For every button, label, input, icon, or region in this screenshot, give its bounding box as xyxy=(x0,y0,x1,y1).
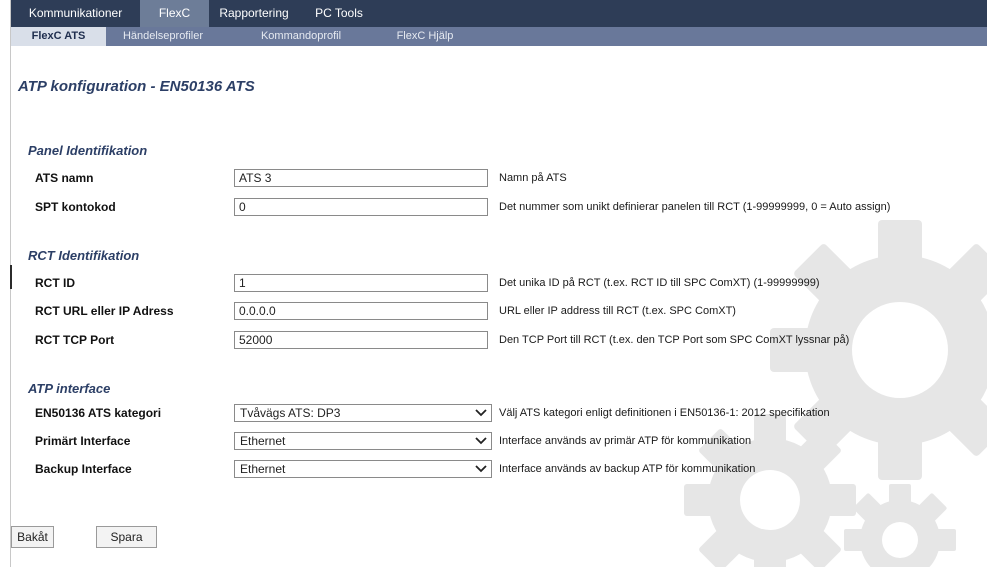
chevron-down-icon xyxy=(475,437,487,445)
chevron-down-icon xyxy=(475,465,487,473)
section-panel-identifikation: Panel Identifikation xyxy=(28,143,148,158)
desc-primart-interface: Interface används av primär ATP för komm… xyxy=(499,435,752,447)
subtab-kommandoprofil[interactable]: Kommandoprofil xyxy=(241,27,361,46)
desc-backup-interface: Interface används av backup ATP för komm… xyxy=(499,463,756,475)
label-primart-interface: Primärt Interface xyxy=(35,434,131,448)
main-nav-bar: Kommunikationer FlexC Rapportering PC To… xyxy=(11,0,987,27)
tab-pc-tools[interactable]: PC Tools xyxy=(299,0,379,27)
ats-kategori-select[interactable]: Tvåvägs ATS: DP3 xyxy=(234,404,492,422)
save-button[interactable]: Spara xyxy=(96,526,157,548)
label-backup-interface: Backup Interface xyxy=(35,462,132,476)
label-rct-tcp-port: RCT TCP Port xyxy=(35,333,115,347)
desc-ats-kategori: Välj ATS kategori enligt definitionen i … xyxy=(499,407,830,419)
subtab-flexc-hjalp[interactable]: FlexC Hjälp xyxy=(381,27,469,46)
backup-interface-value: Ethernet xyxy=(240,462,286,476)
ats-kategori-value: Tvåvägs ATS: DP3 xyxy=(240,406,341,420)
rct-url-field[interactable] xyxy=(234,302,488,320)
label-rct-id: RCT ID xyxy=(35,276,75,290)
desc-rct-url: URL eller IP address till RCT (t.ex. SPC… xyxy=(499,305,736,317)
subtab-flexc-ats[interactable]: FlexC ATS xyxy=(11,27,106,46)
left-border-marker xyxy=(10,265,12,289)
rct-id-field[interactable] xyxy=(234,274,488,292)
primart-interface-select[interactable]: Ethernet xyxy=(234,432,492,450)
desc-ats-namn: Namn på ATS xyxy=(499,172,567,184)
section-atp-interface: ATP interface xyxy=(28,381,111,396)
sub-nav-bar: FlexC ATS Händelseprofiler Kommandoprofi… xyxy=(11,27,987,46)
primart-interface-value: Ethernet xyxy=(240,434,286,448)
tab-flexc[interactable]: FlexC xyxy=(140,0,209,27)
section-rct-identifikation: RCT Identifikation xyxy=(28,248,140,263)
label-ats-namn: ATS namn xyxy=(35,171,94,185)
chevron-down-icon xyxy=(475,409,487,417)
backup-interface-select[interactable]: Ethernet xyxy=(234,460,492,478)
spt-kontokod-field[interactable] xyxy=(234,198,488,216)
desc-spt-kontokod: Det nummer som unikt definierar panelen … xyxy=(499,201,891,213)
tab-kommunikationer[interactable]: Kommunikationer xyxy=(11,0,140,27)
label-ats-kategori: EN50136 ATS kategori xyxy=(35,406,162,420)
label-rct-url: RCT URL eller IP Adress xyxy=(35,304,174,318)
back-button[interactable]: Bakåt xyxy=(11,526,54,548)
rct-tcp-port-field[interactable] xyxy=(234,331,488,349)
desc-rct-id: Det unika ID på RCT (t.ex. RCT ID till S… xyxy=(499,277,820,289)
subtab-handelseprofiler[interactable]: Händelseprofiler xyxy=(109,27,217,46)
label-spt-kontokod: SPT kontokod xyxy=(35,200,116,214)
desc-rct-tcp-port: Den TCP Port till RCT (t.ex. den TCP Por… xyxy=(499,334,850,346)
ats-namn-field[interactable] xyxy=(234,169,488,187)
tab-rapportering[interactable]: Rapportering xyxy=(209,0,299,27)
page-title: ATP konfiguration - EN50136 ATS xyxy=(18,78,255,95)
